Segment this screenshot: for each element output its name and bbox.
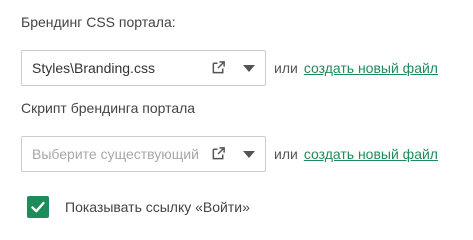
branding-script-row: Выберите существующий или создать новый … (21, 136, 438, 172)
branding-css-row: Styles\Branding.css или создать новый фа… (21, 50, 438, 86)
checkmark-icon (31, 201, 45, 213)
open-in-new-icon[interactable] (211, 60, 226, 75)
or-text: или (274, 60, 298, 76)
create-new-css-file-link[interactable]: создать новый файл (304, 60, 438, 76)
branding-css-value: Styles\Branding.css (32, 60, 155, 76)
show-login-link-row: Показывать ссылку «Войти» (27, 195, 250, 219)
show-login-link-checkbox[interactable] (27, 196, 49, 218)
branding-script-label: Скрипт брендинга портала (21, 100, 196, 116)
chevron-down-icon[interactable] (242, 147, 256, 161)
branding-css-select[interactable]: Styles\Branding.css (21, 50, 266, 86)
branding-css-label: Брендинг CSS портала: (21, 14, 176, 30)
show-login-link-label: Показывать ссылку «Войти» (65, 199, 250, 215)
open-in-new-icon[interactable] (211, 146, 226, 161)
or-text: или (274, 146, 298, 162)
branding-script-select[interactable]: Выберите существующий (21, 136, 266, 172)
create-new-script-file-link[interactable]: создать новый файл (304, 146, 438, 162)
branding-script-placeholder: Выберите существующий (32, 146, 199, 162)
chevron-down-icon[interactable] (242, 61, 256, 75)
